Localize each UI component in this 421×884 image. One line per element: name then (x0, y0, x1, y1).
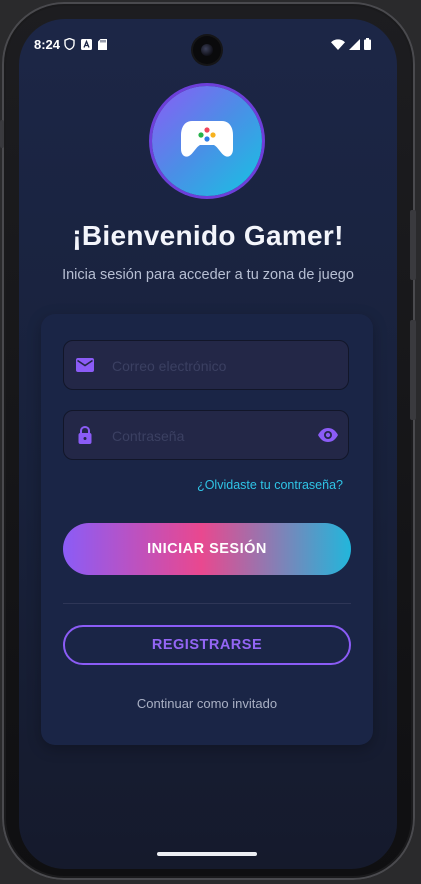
front-camera (193, 36, 221, 64)
volume-button (410, 320, 416, 420)
login-card: ¿Olvidaste tu contraseña? INICIAR SESIÓN… (41, 314, 373, 745)
battery-icon (364, 37, 371, 55)
mail-icon (75, 355, 95, 375)
status-left-icons (64, 37, 107, 55)
app-logo (152, 86, 262, 196)
status-right-icons (331, 37, 371, 55)
wifi-icon (331, 37, 345, 55)
login-button[interactable]: INICIAR SESIÓN (63, 523, 351, 575)
app-screen: 8:24 ¡Bienvenido Gamer! Inicia sesión pa… (19, 19, 397, 869)
home-indicator[interactable] (157, 852, 257, 856)
email-input[interactable] (110, 341, 304, 391)
power-button (410, 210, 416, 280)
gamepad-icon (180, 119, 234, 164)
guest-link[interactable]: Continuar como invitado (41, 696, 373, 711)
register-button[interactable]: REGISTRARSE (63, 625, 351, 665)
password-field-container (63, 410, 349, 461)
welcome-subtitle: Inicia sesión para acceder a tu zona de … (62, 267, 354, 283)
side-switch (0, 120, 4, 148)
status-time: 8:24 (34, 37, 61, 52)
signal-icon (349, 37, 360, 55)
sd-card-icon (98, 37, 107, 55)
a-badge-icon (81, 37, 92, 55)
status-bar: 8:24 (19, 19, 397, 69)
email-field-container (63, 340, 349, 391)
shield-icon (64, 37, 75, 55)
divider (63, 603, 351, 604)
forgot-password-link[interactable]: ¿Olvidaste tu contraseña? (197, 478, 343, 492)
password-input[interactable] (110, 411, 304, 461)
eye-icon[interactable] (317, 425, 339, 445)
welcome-title: ¡Bienvenido Gamer! (72, 220, 344, 251)
lock-icon (75, 425, 95, 445)
